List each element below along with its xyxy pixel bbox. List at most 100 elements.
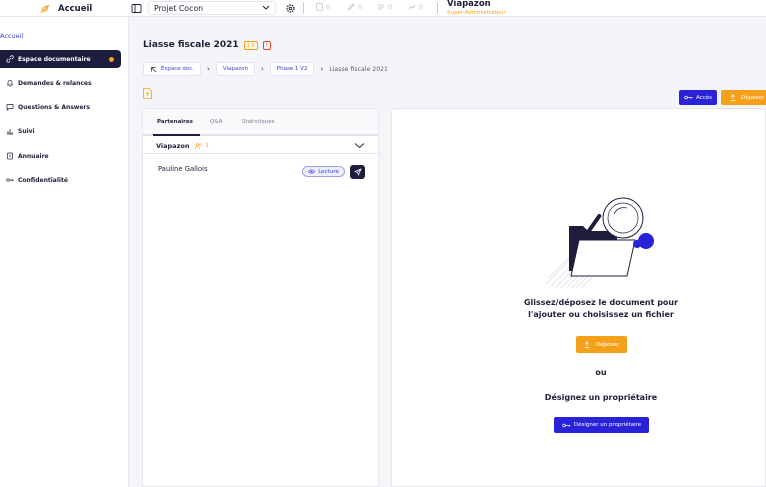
notification-dot <box>109 56 114 62</box>
or-separator: ou <box>595 368 607 377</box>
breadcrumb-label: Phase 1 V2 <box>276 66 308 72</box>
gear-icon[interactable] <box>285 3 296 14</box>
chevron-down-icon[interactable] <box>354 142 365 149</box>
page-title: Liasse fiscale 2021 <box>143 40 239 50</box>
book-icon <box>7 152 13 160</box>
group-name: Viapazon <box>156 141 190 150</box>
sidebar-item-label: Demandes & relances <box>18 79 92 87</box>
owner-title: Désignez un propriétaire <box>544 393 658 402</box>
permission-pill[interactable]: Lecture <box>302 166 345 177</box>
active-tab-indicator <box>153 134 200 136</box>
folder-search-illustration <box>545 197 654 289</box>
breadcrumb: Espace doc. › Viapazon › Phase 1 V2 › Li… <box>143 62 388 76</box>
link-icon <box>6 55 14 63</box>
arrow-up-left-icon <box>151 66 157 72</box>
chevron-down-icon <box>262 5 270 10</box>
stat-trend[interactable]: 0 <box>408 3 423 11</box>
sidebar: Accueil Espace documentaire Demandes & r… <box>0 17 129 487</box>
file-upload-icon[interactable] <box>143 88 152 99</box>
breadcrumb-current: Liasse fiscale 2021 <box>329 65 388 73</box>
deposer-top-button-label: Déposer <box>741 94 764 101</box>
sidebar-item-espace-documentaire[interactable]: Espace documentaire <box>0 50 121 68</box>
tab-qa[interactable]: Q&A <box>210 119 222 125</box>
bell-icon <box>7 80 13 87</box>
sidebar-item-label: Questions & Answers <box>18 103 90 111</box>
sidebar-item-questions[interactable]: Questions & Answers <box>0 98 121 116</box>
designate-owner-button[interactable]: Désigner un propriétaire <box>554 417 649 433</box>
stat-tasks[interactable]: 0 <box>377 3 392 11</box>
key-icon <box>6 178 14 182</box>
stat-documents-count: 0 <box>326 3 331 11</box>
user-menu[interactable]: Viapazon Super-Administrateur <box>447 0 506 17</box>
user-name: Viapazon <box>447 0 491 9</box>
group-member-count: 1 <box>195 143 209 149</box>
project-select[interactable]: Projet Cocon <box>148 1 276 15</box>
partners-panel: Partenaires Q&A Statistiques Viapazon 1 … <box>142 108 379 487</box>
dropzone-line-2: l'ajouter ou choisissez un fichier <box>528 310 674 319</box>
deposer-button-label: Déposer <box>596 341 619 348</box>
stat-trend-count: 0 <box>419 3 424 11</box>
send-icon <box>353 168 362 176</box>
sidebar-item-suivi[interactable]: Suivi <box>0 122 121 140</box>
breadcrumb-phase[interactable]: Phase 1 V2 <box>269 62 315 76</box>
top-bar: Accueil Projet Cocon 0 0 0 0 Viapazon Su… <box>0 0 766 17</box>
deposer-button[interactable]: Déposer <box>576 336 627 353</box>
user-role: Super-Administrateur <box>447 10 506 16</box>
leaf-icon <box>40 4 50 13</box>
partner-name: Pauline Gallois <box>158 165 208 173</box>
sidebar-item-label: Espace documentaire <box>18 55 91 63</box>
pencil-icon <box>347 3 355 11</box>
tab-partenaires[interactable]: Partenaires <box>157 119 193 125</box>
alert-badge[interactable]: ! <box>262 40 271 50</box>
acces-button[interactable]: Accès <box>679 90 717 105</box>
upload-icon <box>584 341 590 348</box>
sidebar-home-link[interactable]: Accueil <box>0 32 23 40</box>
stat-tasks-count: 0 <box>388 3 393 11</box>
list-icon <box>378 4 384 10</box>
designate-owner-label: Désigner un propriétaire <box>573 422 642 428</box>
chevron-right-icon: › <box>320 65 324 73</box>
project-select-label: Projet Cocon <box>154 3 204 13</box>
sidebar-item-demandes[interactable]: Demandes & relances <box>0 74 121 92</box>
breadcrumb-espace-doc[interactable]: Espace doc. <box>143 62 201 76</box>
acces-button-label: Accès <box>696 94 712 101</box>
trend-icon <box>408 4 416 10</box>
breadcrumb-viapazon[interactable]: Viapazon <box>215 62 255 76</box>
users-icon <box>195 142 203 149</box>
dropzone-instructions: Glissez/déposez le document pour l'ajout… <box>392 297 766 321</box>
breadcrumb-label: Viapazon <box>222 66 248 72</box>
tab-statistiques[interactable]: Statistiques <box>242 119 274 125</box>
key-icon <box>562 423 571 427</box>
sidebar-toggle-icon[interactable] <box>131 3 142 14</box>
divider <box>303 2 304 14</box>
group-count: 1 <box>205 142 209 149</box>
stat-edits[interactable]: 0 <box>347 3 362 11</box>
version-badge[interactable]: 1.5 <box>243 40 258 50</box>
chevron-right-icon: › <box>207 65 210 73</box>
divider <box>437 2 438 14</box>
tab-bar: Partenaires Q&A Statistiques <box>143 109 378 136</box>
eye-icon <box>308 169 316 174</box>
partner-group-header[interactable]: Viapazon 1 <box>143 138 378 154</box>
sidebar-item-label: Suivi <box>18 127 35 135</box>
stat-edits-count: 0 <box>358 3 363 11</box>
chat-icon <box>6 104 14 111</box>
home-label: Accueil <box>58 3 93 14</box>
key-icon <box>684 95 693 100</box>
chevron-right-icon: › <box>260 65 264 73</box>
sidebar-item-label: Confidentialité <box>18 176 68 184</box>
chart-icon <box>7 129 13 135</box>
stat-documents[interactable]: 0 <box>316 3 330 11</box>
document-header: Liasse fiscale 2021 1.5 ! <box>143 40 271 50</box>
upload-icon <box>730 94 736 101</box>
document-icon <box>316 3 323 11</box>
send-button[interactable] <box>350 165 365 179</box>
sidebar-item-annuaire[interactable]: Annuaire <box>0 147 121 165</box>
permission-label: Lecture <box>318 168 339 175</box>
breadcrumb-label: Espace doc. <box>161 66 194 72</box>
deposer-top-button[interactable]: Déposer <box>721 90 766 105</box>
dropzone-line-1: Glissez/déposez le document pour <box>523 298 679 307</box>
home-link[interactable]: Accueil <box>0 0 129 17</box>
document-dropzone-panel[interactable]: Glissez/déposez le document pour l'ajout… <box>391 108 766 487</box>
sidebar-item-confidentialite[interactable]: Confidentialité <box>0 171 121 189</box>
